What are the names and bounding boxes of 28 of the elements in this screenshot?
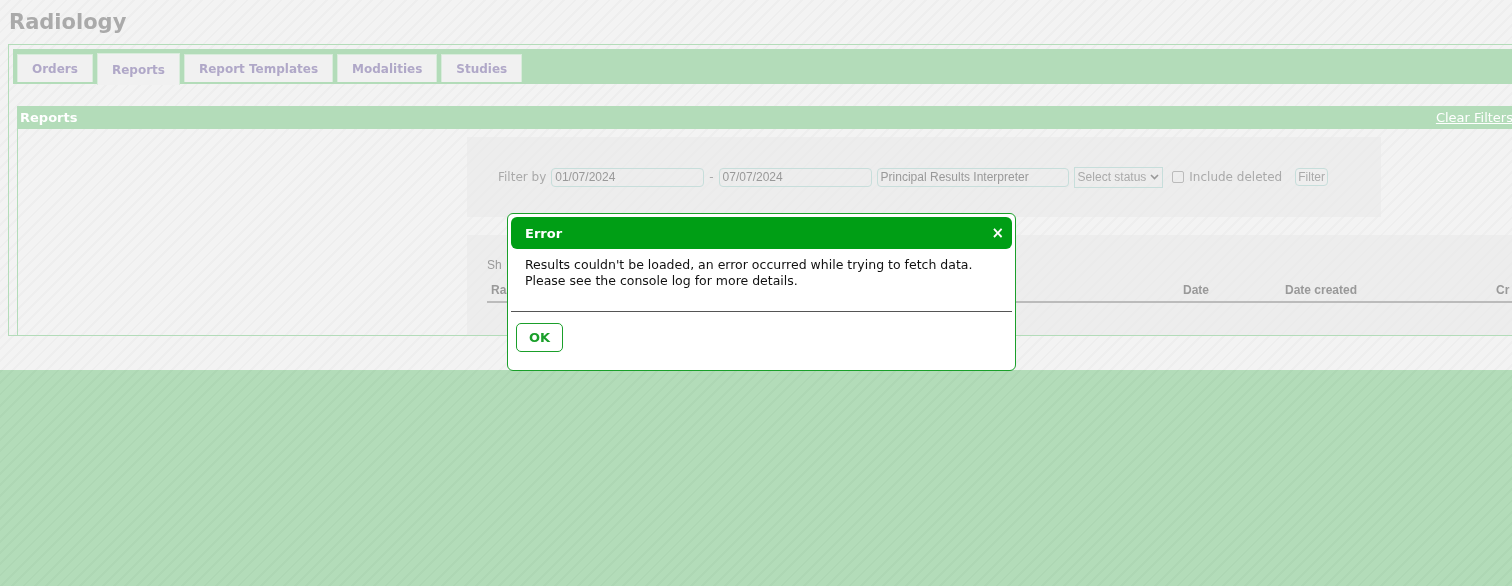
close-button[interactable]: × bbox=[991, 224, 1004, 242]
chevron-icon bbox=[1150, 174, 1160, 180]
date-field[interactable]: 07/07/2024 bbox=[718, 167, 872, 187]
clear-filters-link[interactable]: Clear Filters bbox=[1435, 110, 1512, 125]
date-field[interactable]: 01/07/2024 bbox=[551, 167, 705, 187]
tab[interactable]: Report Templates bbox=[183, 54, 334, 82]
column-header: Cr bbox=[1496, 283, 1510, 297]
column-header: Date created bbox=[1285, 283, 1358, 297]
tab[interactable]: Reports bbox=[96, 53, 180, 85]
table-summary: Sh bbox=[487, 258, 502, 272]
dialog-title: Error bbox=[525, 225, 563, 241]
column-header: Ra bbox=[491, 283, 507, 297]
interpreter-field[interactable]: Principal Results Interpreter bbox=[876, 167, 1069, 187]
ok-button[interactable]: OK bbox=[516, 323, 564, 352]
status-select[interactable]: Select status bbox=[1073, 166, 1164, 188]
section-title: Reports bbox=[20, 110, 78, 125]
tab[interactable]: Orders bbox=[17, 54, 93, 82]
filter-label: Filter by bbox=[498, 170, 547, 184]
column-header: Date bbox=[1183, 283, 1209, 297]
date-separator: - bbox=[709, 170, 714, 184]
tab[interactable]: Modalities bbox=[337, 54, 438, 82]
page-title: Radiology bbox=[9, 9, 128, 36]
tab[interactable]: Studies bbox=[441, 54, 523, 82]
error-message: Please see the console log for more details. bbox=[525, 273, 799, 289]
filter-button[interactable]: Filter bbox=[1295, 168, 1328, 186]
checkbox[interactable] bbox=[1172, 171, 1185, 183]
error-message: Results couldn't be loaded, an error occurred while trying to fetch data. bbox=[525, 257, 974, 273]
checkbox-label: Include deleted bbox=[1189, 170, 1283, 184]
